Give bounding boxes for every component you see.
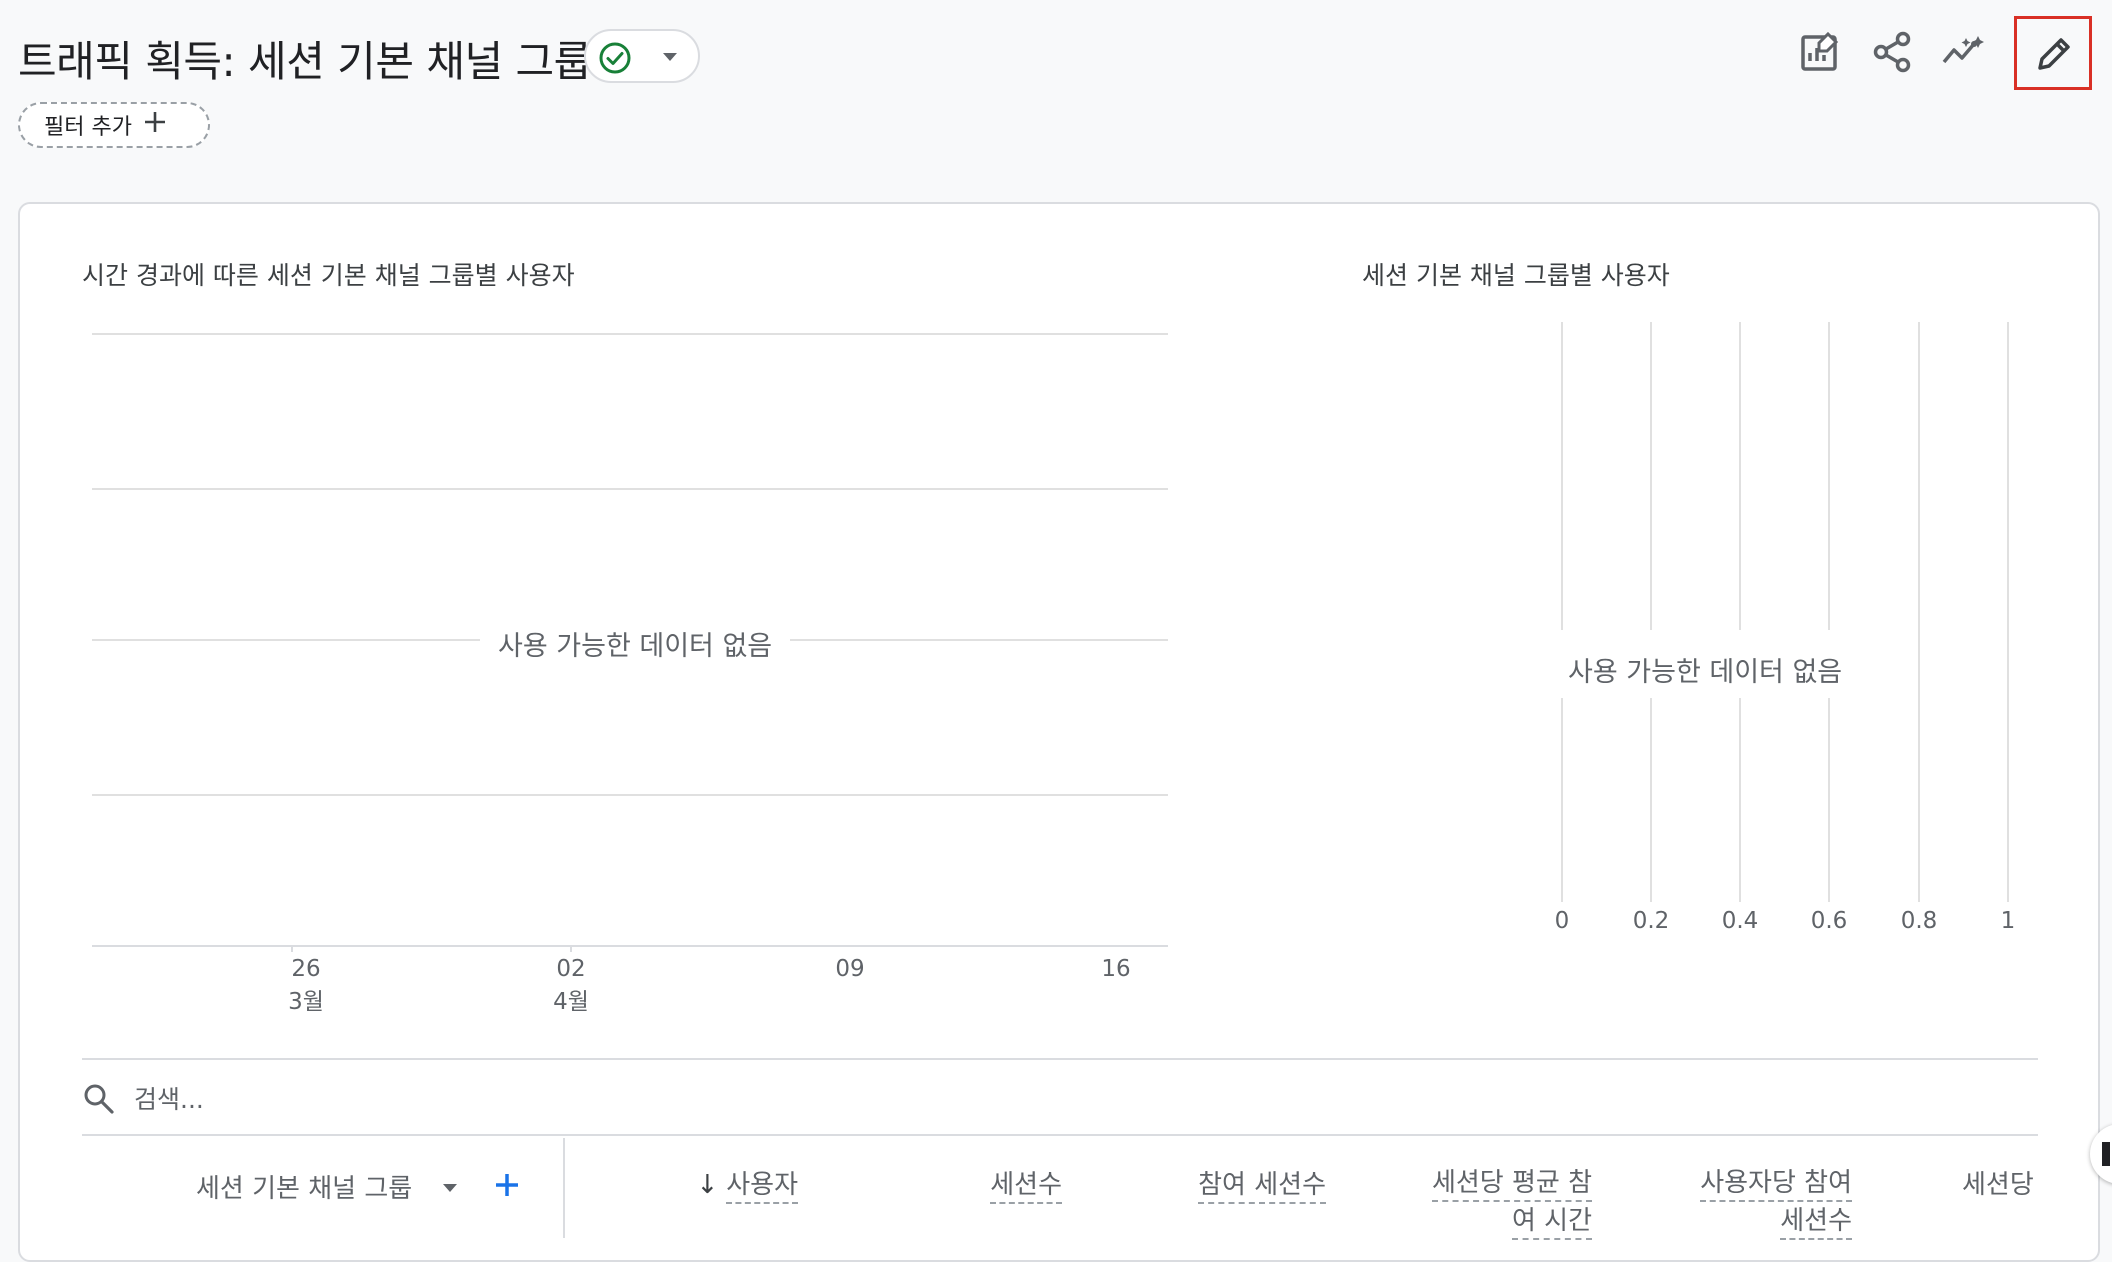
column-divider (563, 1138, 565, 1238)
x-tick-label: 02 4월 (553, 956, 589, 1015)
check-circle-icon (598, 41, 632, 79)
add-dimension-icon[interactable] (492, 1170, 522, 1204)
bar-chart-title: 세션 기본 채널 그룹별 사용자 (1362, 261, 1670, 290)
column-header-engaged-sessions[interactable]: 참여 세션수 (1160, 1164, 1326, 1204)
x-tick-label: 09 (835, 956, 865, 982)
sort-desc-icon: ↓ (696, 1170, 719, 1200)
report-status-dropdown[interactable] (584, 29, 700, 83)
search-icon (82, 1082, 116, 1120)
customize-report-icon[interactable] (1794, 26, 1846, 78)
column-header-users[interactable]: ↓ 사용자 (686, 1164, 798, 1204)
bar-chart-no-data: 사용 가능한 데이터 없음 (1550, 650, 1861, 689)
column-header-avg-engagement-time[interactable]: 세션당 평균 참 여 시간 (1400, 1164, 1592, 1240)
x-tick-label: 1 (2000, 908, 2016, 934)
pencil-icon (2032, 32, 2076, 80)
x-tick-label: 26 3월 (288, 956, 324, 1015)
plus-icon (142, 109, 168, 141)
edit-report-button[interactable] (2014, 16, 2092, 90)
x-tick-label: 0 (1554, 908, 1570, 934)
add-filter-button[interactable]: 필터 추가 (18, 102, 210, 148)
x-tick-label: 0.4 (1721, 908, 1759, 934)
timeseries-chart-title: 시간 경과에 따른 세션 기본 채널 그룹별 사용자 (82, 261, 575, 290)
timeseries-no-data: 사용 가능한 데이터 없음 (480, 624, 791, 663)
column-header-per-session[interactable]: 세션당 (1962, 1164, 2038, 1201)
x-tick-label: 0.8 (1900, 908, 1938, 934)
x-tick-label: 16 (1101, 956, 1131, 982)
insights-icon[interactable] (1938, 26, 1990, 78)
share-icon[interactable] (1866, 26, 1918, 78)
add-filter-label: 필터 추가 (44, 115, 132, 140)
table-search-bar (82, 1058, 2038, 1136)
x-tick-label: 0.6 (1810, 908, 1848, 934)
search-input[interactable] (132, 1078, 636, 1120)
page-title: 트래픽 획득: 세션 기본 채널 그룹 (18, 37, 592, 86)
column-header-sessions[interactable]: 세션수 (960, 1164, 1062, 1204)
chevron-down-icon[interactable] (440, 1180, 460, 1199)
dimension-column-header[interactable]: 세션 기본 채널 그룹 (196, 1168, 412, 1205)
bar-chart-plot (1561, 322, 2009, 902)
column-header-engaged-sessions-per-user[interactable]: 사용자당 참여 세션수 (1680, 1164, 1852, 1240)
x-tick-label: 0.2 (1632, 908, 1670, 934)
chevron-down-icon (660, 49, 680, 68)
